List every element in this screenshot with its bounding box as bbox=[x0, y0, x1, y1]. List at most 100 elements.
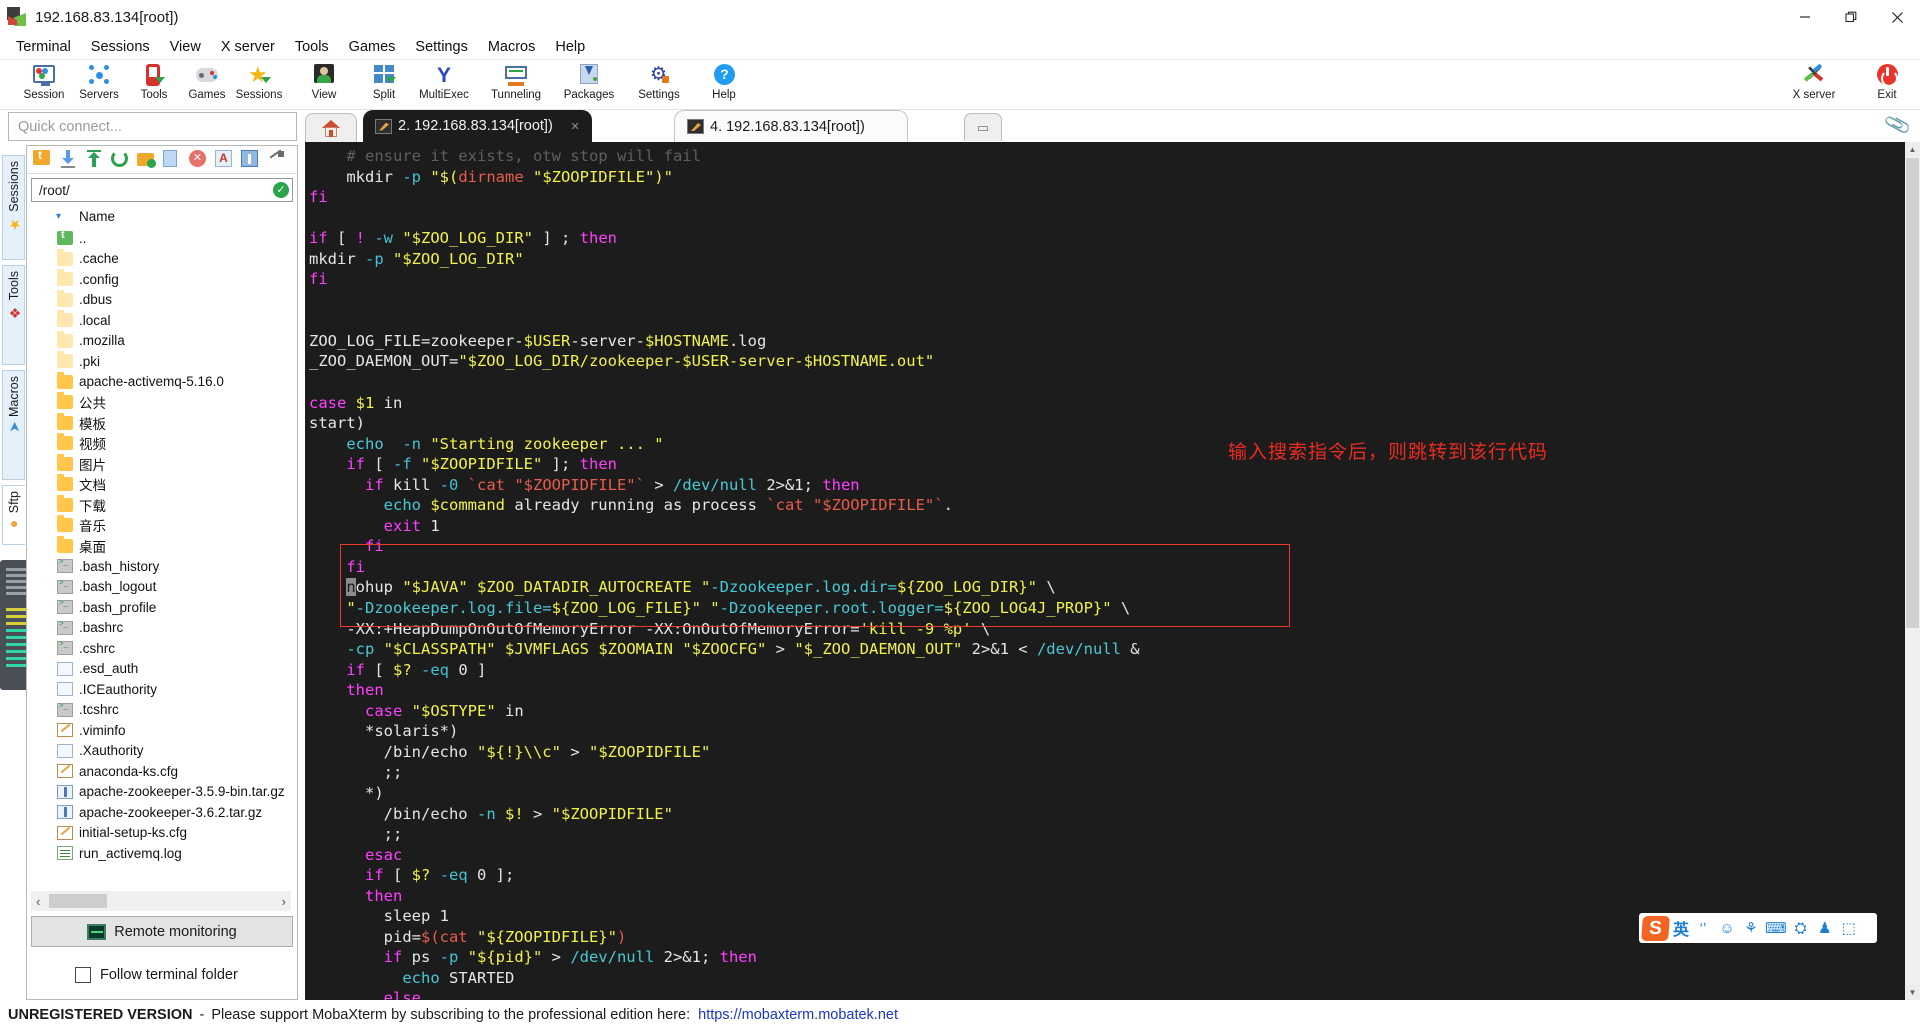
terminal-tab-2[interactable]: 4. 192.168.83.134[root]) bbox=[674, 110, 909, 142]
scrollbar-thumb[interactable] bbox=[49, 894, 107, 908]
language-mode-icon[interactable]: 英 bbox=[1673, 916, 1689, 940]
home-tab[interactable] bbox=[305, 113, 357, 142]
toolbar-x-server[interactable]: ✕ X server bbox=[1785, 62, 1843, 109]
toolbar-sessions[interactable]: ★ Sessions bbox=[225, 62, 293, 109]
toolbar-multiexec[interactable]: Y MultiExec bbox=[410, 62, 478, 109]
menu-settings[interactable]: Settings bbox=[405, 36, 477, 58]
menu-x-server[interactable]: X server bbox=[211, 36, 285, 58]
toolbar-help[interactable]: ? Help bbox=[690, 62, 758, 109]
file-list-item[interactable]: .Xauthority bbox=[57, 741, 295, 762]
vertical-tab-sftp[interactable]: Sftp ● bbox=[2, 485, 25, 545]
file-list-item[interactable]: 桌面 bbox=[57, 535, 295, 557]
follow-terminal-folder-row[interactable]: Follow terminal folder bbox=[75, 967, 238, 983]
scroll-right-icon[interactable]: › bbox=[277, 894, 291, 909]
file-list-item[interactable]: .bash_logout bbox=[57, 577, 295, 598]
file-list-item[interactable]: .local bbox=[57, 310, 295, 331]
vertical-tab-sessions[interactable]: Sessions ★ bbox=[2, 155, 25, 260]
follow-terminal-folder-checkbox[interactable] bbox=[75, 967, 91, 983]
file-list-item[interactable]: 视频 bbox=[57, 433, 295, 454]
terminal-scrollbar-thumb[interactable] bbox=[1906, 158, 1919, 628]
toolbox-icon[interactable]: ⬚ bbox=[1839, 919, 1859, 937]
vertical-tab-tools[interactable]: Tools ❖ bbox=[2, 265, 25, 365]
file-list-item[interactable]: apache-zookeeper-3.6.2.tar.gz bbox=[57, 802, 295, 823]
file-list-item[interactable]: .bash_profile bbox=[57, 597, 295, 618]
file-list-item[interactable]: 音乐 bbox=[57, 515, 295, 536]
file-list-item[interactable]: initial-setup-ks.cfg bbox=[57, 823, 295, 844]
file-list-item[interactable]: .. bbox=[57, 228, 295, 249]
skin-icon[interactable]: ♟ bbox=[1815, 919, 1835, 937]
path-input[interactable]: /root/ bbox=[31, 178, 293, 202]
file-list-item[interactable]: apache-zookeeper-3.5.9-bin.tar.gz bbox=[57, 782, 295, 803]
close-tab-icon[interactable] bbox=[883, 118, 896, 135]
emoji-icon[interactable]: ☺ bbox=[1717, 920, 1737, 937]
file-list-item[interactable]: .dbus bbox=[57, 289, 295, 311]
file-list[interactable]: .. .cache .config .dbus .local .mozilla .pki ap… bbox=[57, 228, 295, 900]
text-mode-icon[interactable]: A bbox=[215, 150, 234, 169]
menu-tools[interactable]: Tools bbox=[285, 36, 339, 58]
go-up-icon[interactable]: t bbox=[33, 148, 52, 169]
menu-help[interactable]: Help bbox=[545, 36, 595, 58]
file-list-item[interactable]: run_activemq.log bbox=[57, 843, 295, 864]
menu-terminal[interactable]: Terminal bbox=[6, 36, 81, 58]
upload-icon[interactable] bbox=[85, 150, 104, 169]
toolbar-tunneling[interactable]: Tunneling bbox=[482, 62, 550, 109]
file-list-item[interactable]: 文档 bbox=[57, 474, 295, 495]
sogou-ime-toolbar[interactable]: S 英 ‘’ ☺ ⚘ ⌨ ⛭ ♟ ⬚ bbox=[1639, 913, 1877, 943]
scroll-up-icon[interactable]: ▲ bbox=[1905, 142, 1920, 157]
file-list-item[interactable]: .cache bbox=[57, 248, 295, 270]
status-link[interactable]: https://mobaxterm.mobatek.net bbox=[698, 1007, 898, 1023]
file-list-item[interactable]: 公共 bbox=[57, 392, 295, 413]
file-list-item[interactable]: apache-activemq-5.16.0 bbox=[57, 371, 295, 393]
file-list-item[interactable]: .esd_auth bbox=[57, 659, 295, 680]
file-list-item[interactable]: .mozilla bbox=[57, 330, 295, 352]
file-list-item[interactable]: 模板 bbox=[57, 412, 295, 434]
menu-games[interactable]: Games bbox=[339, 36, 406, 58]
sogou-logo-icon[interactable]: S bbox=[1641, 915, 1670, 941]
column-header-name[interactable]: Name bbox=[79, 209, 115, 224]
menu-sessions[interactable]: Sessions bbox=[81, 36, 160, 58]
refresh-icon[interactable] bbox=[111, 150, 130, 169]
menu-macros[interactable]: Macros bbox=[478, 36, 546, 58]
file-list-item[interactable]: 图片 bbox=[57, 453, 295, 475]
file-list-item[interactable]: .pki bbox=[57, 351, 295, 372]
punctuation-icon[interactable]: ‘’ bbox=[1693, 920, 1713, 937]
toolbar-view[interactable]: View bbox=[290, 62, 358, 109]
file-list-item[interactable]: .cshrc bbox=[57, 638, 295, 659]
toolbar-exit[interactable]: Exit bbox=[1858, 62, 1916, 109]
new-tab-button[interactable]: ▭ bbox=[964, 113, 1002, 141]
file-list-item[interactable]: .viminfo bbox=[57, 720, 295, 741]
toolbar-settings[interactable]: ⚙ Settings bbox=[625, 62, 693, 109]
minimize-button[interactable] bbox=[1782, 0, 1828, 34]
file-list-item[interactable]: .bash_history bbox=[57, 556, 295, 577]
file-list-item[interactable]: .config bbox=[57, 269, 295, 290]
toolbar-packages[interactable]: Packages bbox=[555, 62, 623, 109]
new-folder-icon[interactable] bbox=[137, 150, 156, 169]
voice-input-icon[interactable]: ⚘ bbox=[1741, 919, 1761, 937]
scroll-left-icon[interactable]: ‹ bbox=[31, 894, 45, 909]
file-list-item[interactable]: .ICEauthority bbox=[57, 679, 295, 700]
download-icon[interactable] bbox=[59, 150, 78, 169]
info-icon[interactable] bbox=[241, 150, 260, 169]
remote-monitoring-button[interactable]: Remote monitoring bbox=[31, 916, 293, 947]
file-list-item[interactable]: .tcshrc bbox=[57, 700, 295, 721]
close-button[interactable] bbox=[1874, 0, 1920, 34]
toolbar-split[interactable]: Split bbox=[350, 62, 418, 109]
settings-icon[interactable] bbox=[267, 149, 286, 169]
quick-connect-input[interactable]: Quick connect... bbox=[8, 112, 297, 141]
delete-icon[interactable]: ✕ bbox=[189, 150, 208, 169]
terminal-scrollbar[interactable]: ▲ ▼ bbox=[1905, 142, 1920, 1000]
file-list-item[interactable]: anaconda-ks.cfg bbox=[57, 761, 295, 782]
sort-caret-icon[interactable]: ▾ bbox=[56, 211, 61, 222]
maximize-button[interactable] bbox=[1828, 0, 1874, 34]
file-list-item[interactable]: .bashrc bbox=[57, 618, 295, 639]
close-tab-icon[interactable]: × bbox=[571, 118, 580, 135]
file-list-item[interactable]: 下载 bbox=[57, 494, 295, 516]
user-icon[interactable]: ⛭ bbox=[1791, 920, 1811, 937]
new-file-icon[interactable] bbox=[163, 150, 182, 169]
menu-view[interactable]: View bbox=[160, 36, 211, 58]
terminal-tab-1[interactable]: 2. 192.168.83.134[root]) × bbox=[363, 110, 592, 142]
vertical-tab-macros[interactable]: Macros ➤ bbox=[2, 370, 25, 480]
file-list-horizontal-scrollbar[interactable]: ‹ › bbox=[31, 891, 291, 911]
soft-keyboard-icon[interactable]: ⌨ bbox=[1765, 919, 1787, 937]
scroll-down-icon[interactable]: ▼ bbox=[1905, 985, 1920, 1000]
